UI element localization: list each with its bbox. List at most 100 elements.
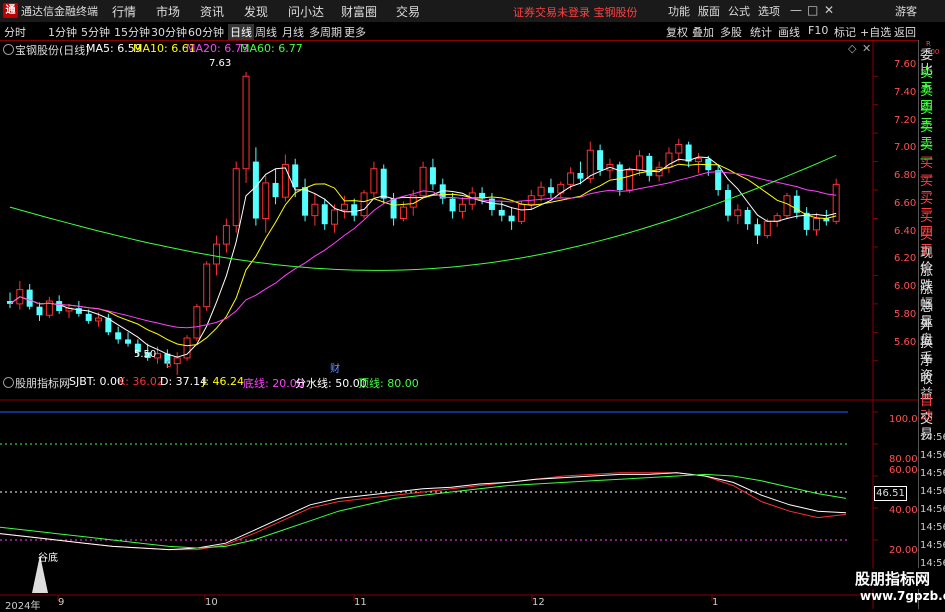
menu-wealth-circle[interactable]: 财富圈	[341, 3, 377, 20]
candle-body	[85, 313, 92, 321]
time-tick: 14:56	[920, 540, 945, 551]
top-line-label: 顶线: 80.00	[358, 377, 419, 390]
candle-body	[685, 144, 692, 162]
candle-body	[616, 164, 623, 191]
menu-function[interactable]: 功能	[668, 3, 690, 19]
indicator-name: 股朋指标网	[15, 377, 70, 390]
period-daily[interactable]: 日线	[228, 24, 254, 40]
x-tick: 12	[532, 597, 545, 608]
close-icon[interactable]: ✕	[824, 3, 834, 17]
candle-body	[537, 186, 545, 197]
candle-body	[36, 306, 43, 316]
indicator-j-line	[0, 473, 847, 549]
menu-formula[interactable]: 公式	[728, 3, 750, 19]
time-tick: 14:56	[920, 504, 945, 515]
d-label: D: 37.14	[160, 375, 208, 388]
minimize-icon[interactable]: —	[790, 3, 802, 17]
time-tick: 14:56	[920, 486, 945, 497]
app-title: 通达信金融终端	[21, 5, 98, 18]
sjbt-label: SJBT: 0.00	[69, 375, 124, 388]
price-tick: 5.80	[894, 309, 917, 320]
price-tick: 6.80	[894, 170, 917, 181]
add-favorite-button[interactable]: +自选	[860, 24, 891, 40]
menu-market[interactable]: 市场	[156, 3, 180, 20]
price-grid	[873, 75, 878, 362]
k-label: K: 36.02	[118, 375, 164, 388]
indicator-tick: 100.0	[889, 414, 918, 425]
period-more[interactable]: 更多	[344, 24, 366, 40]
menu-trade[interactable]: 交易	[396, 3, 420, 20]
candle-body	[724, 190, 731, 216]
candle-body	[125, 339, 132, 344]
menu-news[interactable]: 资讯	[200, 3, 224, 20]
menu-quotes[interactable]: 行情	[112, 3, 136, 20]
candle-body	[399, 206, 407, 219]
candle-body	[597, 150, 604, 171]
menu-discover[interactable]: 发现	[244, 3, 268, 20]
period-5min[interactable]: 5分钟	[81, 24, 110, 40]
candle-body	[292, 164, 299, 188]
maximize-icon[interactable]: □	[807, 3, 818, 17]
time-tick: 14:56	[920, 468, 945, 479]
candle-body	[646, 155, 653, 176]
candle-body	[812, 218, 820, 231]
current-value-tag: 46.51	[874, 486, 907, 501]
candle-body	[213, 243, 221, 265]
candle-body	[380, 168, 387, 199]
period-15min[interactable]: 15分钟	[114, 24, 150, 40]
candle-body	[193, 306, 201, 339]
mark-button[interactable]: 标记	[834, 24, 856, 40]
period-60min[interactable]: 60分钟	[188, 24, 224, 40]
candle-body	[715, 170, 722, 191]
high-price-label: 7.63	[209, 58, 232, 69]
candle-body	[449, 198, 456, 212]
candle-body	[577, 172, 584, 179]
period-weekly[interactable]: 周线	[255, 24, 277, 40]
candle-body	[517, 203, 525, 222]
candle-body	[351, 204, 358, 216]
candle-body	[754, 224, 761, 236]
indicator-tick: 40.00	[889, 505, 918, 516]
app-logo-icon: 通	[3, 3, 18, 18]
back-button[interactable]: 返回	[894, 24, 916, 40]
indicator-d-line	[0, 472, 847, 551]
candle-body	[340, 203, 348, 211]
indicator-tick: 80.00	[889, 454, 918, 465]
candle-body	[783, 195, 791, 217]
title-bar	[0, 0, 945, 23]
overlay-button[interactable]: 叠加	[692, 24, 714, 40]
multi-stock-button[interactable]: 多股	[720, 24, 742, 40]
candle-body	[232, 168, 240, 227]
candle-body	[281, 163, 289, 198]
statistics-button[interactable]: 统计	[750, 24, 772, 40]
login-status[interactable]: 证券交易未登录 宝钢股份	[513, 4, 638, 20]
waterline-label: 分水线: 50.00	[295, 377, 367, 390]
indicator-k-line	[0, 472, 847, 551]
candle-body	[626, 169, 634, 191]
candle-body	[694, 158, 702, 163]
watermark-title: 股朋指标网	[853, 568, 933, 589]
period-intraday[interactable]: 分时	[4, 24, 26, 40]
account-label[interactable]: 游客	[895, 3, 917, 19]
candle-body	[763, 220, 771, 237]
period-multi[interactable]: 多周期	[309, 24, 342, 40]
period-monthly[interactable]: 月线	[282, 24, 304, 40]
draw-line-button[interactable]: 画线	[778, 24, 800, 40]
x-tick: 9	[58, 597, 65, 608]
candle-body	[635, 155, 643, 171]
candle-body	[675, 144, 683, 154]
x-tick: 10	[205, 597, 218, 608]
candle-body	[252, 161, 259, 219]
indicator-settings-icon[interactable]	[3, 377, 14, 388]
period-1min[interactable]: 1分钟	[48, 24, 77, 40]
candle-body	[429, 167, 436, 185]
menu-ask[interactable]: 问小达	[288, 3, 324, 20]
indicator-grid	[0, 411, 878, 601]
price-tick: 5.60	[894, 337, 917, 348]
menu-options[interactable]: 选项	[758, 3, 780, 19]
f10-button[interactable]: F10	[808, 24, 828, 37]
adjust-button[interactable]: 复权	[666, 24, 688, 40]
j-label: J: 46.24	[202, 375, 244, 388]
menu-layout[interactable]: 版面	[698, 3, 720, 19]
period-30min[interactable]: 30分钟	[151, 24, 187, 40]
